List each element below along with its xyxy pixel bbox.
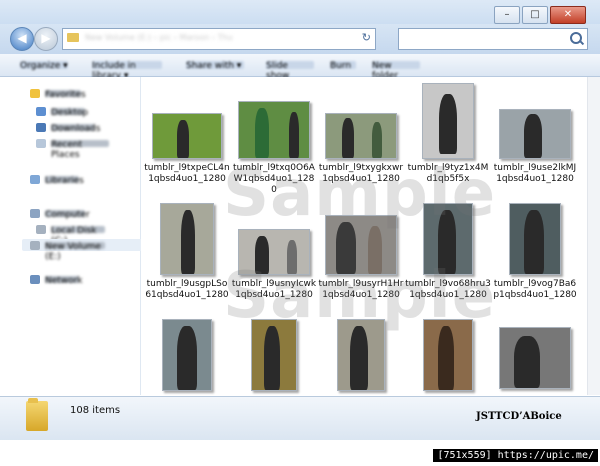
include-in-library-button[interactable]: Include in library ▾: [92, 61, 162, 81]
image-thumbnail: [337, 319, 385, 391]
image-thumbnail: [423, 319, 473, 391]
image-thumbnail: [325, 215, 397, 275]
image-thumbnail: [238, 101, 310, 159]
back-button[interactable]: ◀: [10, 27, 34, 51]
address-bar[interactable]: New Volume (E:) › pic › Maroon › Thu ↻: [62, 28, 376, 50]
image-thumbnail: [422, 83, 474, 159]
breadcrumb[interactable]: New Volume (E:) › pic › Maroon › Thu: [85, 33, 335, 42]
close-button[interactable]: ✕: [550, 6, 586, 24]
sidebar-item-label: Desktop: [51, 107, 89, 118]
file-item[interactable]: tumblr_l9tyz1x4Md1qb5f5x: [405, 83, 491, 185]
file-item[interactable]: tumblr_l9usgpLSo61qbsd4uo1_1280: [144, 203, 230, 301]
sidebar-item-downloads[interactable]: Downloads: [36, 121, 101, 134]
file-name: tumblr_l9txpeCL4n1qbsd4uo1_1280: [144, 163, 230, 184]
file-name: tumblr_l9use2lkMJ1qbsd4uo1_1280: [493, 163, 577, 184]
minimize-button[interactable]: –: [494, 6, 520, 24]
organize-button[interactable]: Organize ▾: [20, 61, 68, 71]
image-thumbnail: [499, 109, 571, 159]
folder-icon: [67, 33, 79, 42]
sidebar-item-recent-places[interactable]: Recent Places: [36, 137, 109, 160]
address-row: ◀ ▶ New Volume (E:) › pic › Maroon › Thu…: [0, 24, 600, 54]
downloads-icon: [36, 122, 46, 132]
file-name: tumblr_l9vo68hru31qbsd4uo1_1280: [405, 279, 491, 300]
forward-button[interactable]: ▶: [34, 27, 58, 51]
maximize-button[interactable]: □: [522, 6, 548, 24]
sidebar-item-label: Libraries: [45, 175, 84, 186]
vertical-scrollbar[interactable]: [587, 77, 600, 395]
network-icon: [30, 274, 40, 284]
sidebar-item-label: New Volume (E:): [45, 241, 105, 262]
sidebar-item-label: Favorites: [45, 89, 86, 100]
new-folder-button[interactable]: New folder: [372, 61, 420, 81]
sidebar-item-label: Computer: [45, 209, 90, 220]
file-item[interactable]: tumblr_l9use2lkMJ1qbsd4uo1_1280: [492, 89, 578, 185]
drive-icon: [30, 240, 40, 250]
sidebar-item-label: Downloads: [51, 123, 101, 134]
file-item[interactable]: tumblr_l9vog7Ba6p1qbsd4uo1_1280: [492, 203, 578, 301]
image-thumbnail: [162, 319, 212, 391]
image-thumbnail: [499, 327, 571, 389]
sidebar-item-computer[interactable]: Computer: [30, 207, 90, 220]
file-item[interactable]: tumblr_l9usyrH1Hr1qbsd4uo1_1280: [318, 203, 404, 301]
burn-button[interactable]: Burn: [330, 61, 356, 71]
refresh-icon[interactable]: ↻: [362, 31, 371, 44]
item-count: 108 items: [70, 405, 121, 416]
footer: [751x559] https://upic.me/: [0, 440, 600, 466]
search-input[interactable]: [398, 28, 588, 50]
file-name: tumblr_l9txq0O6AW1qbsd4uo1_1280: [233, 163, 315, 195]
library-icon: [30, 174, 40, 184]
command-bar: Organize ▾ Include in library ▾ Share wi…: [0, 54, 600, 81]
sidebar-item-network[interactable]: Network: [30, 273, 83, 286]
drive-icon: [36, 224, 46, 234]
image-thumbnail: [160, 203, 214, 275]
file-item[interactable]: tumblr_l9txygkxwr1qbsd4uo1_1280: [318, 89, 404, 185]
file-view: tumblr_l9txpeCL4n1qbsd4uo1_1280 tumblr_l…: [141, 77, 588, 395]
star-icon: [30, 88, 40, 98]
search-icon[interactable]: [570, 32, 582, 44]
sidebar-item-favorites[interactable]: Favorites: [30, 87, 86, 100]
image-thumbnail: [251, 319, 297, 391]
file-item[interactable]: [492, 319, 578, 393]
image-thumbnail: [238, 229, 310, 275]
file-name: tumblr_l9usyrH1Hr1qbsd4uo1_1280: [318, 279, 404, 300]
slide-show-button[interactable]: Slide show: [266, 61, 314, 81]
image-thumbnail: [509, 203, 561, 275]
file-name: tumblr_l9txygkxwr1qbsd4uo1_1280: [318, 163, 404, 184]
file-name: tumblr_l9usgpLSo61qbsd4uo1_1280: [145, 279, 229, 300]
file-name: tumblr_l9tyz1x4Md1qb5f5x: [407, 163, 489, 184]
explorer-window: – □ ✕ ◀ ▶ New Volume (E:) › pic › Maroon…: [0, 0, 600, 466]
file-item[interactable]: tumblr_l9vo68hru31qbsd4uo1_1280: [405, 203, 491, 301]
sidebar-item-desktop[interactable]: Desktop: [36, 105, 89, 118]
signature: JSTTCD’ABoice: [476, 411, 562, 422]
window-controls: – □ ✕: [492, 6, 586, 24]
sidebar-item-label: Recent Places: [51, 139, 109, 160]
file-item[interactable]: [318, 319, 404, 395]
file-item[interactable]: [405, 319, 491, 395]
desktop-icon: [36, 106, 46, 116]
sidebar-item-libraries[interactable]: Libraries: [30, 173, 84, 186]
sidebar-item-label: Local Disk (C:): [51, 225, 105, 246]
sidebar-item-label: Network: [45, 275, 83, 286]
file-item[interactable]: tumblr_l9txpeCL4n1qbsd4uo1_1280: [144, 89, 230, 185]
details-pane: 108 items JSTTCD’ABoice: [0, 396, 600, 441]
file-item[interactable]: [144, 319, 230, 395]
share-with-button[interactable]: Share with ▾: [186, 61, 244, 71]
sidebar-item-local-disk[interactable]: Local Disk (C:): [36, 223, 105, 246]
navigation-pane: Favorites Desktop Downloads Recent Place…: [0, 77, 142, 395]
folder-icon: [26, 398, 48, 431]
file-item[interactable]: tumblr_l9txq0O6AW1qbsd4uo1_1280: [231, 89, 317, 196]
image-thumbnail: [325, 113, 397, 159]
image-thumbnail: [152, 113, 222, 159]
file-name: tumblr_l9vog7Ba6p1qbsd4uo1_1280: [493, 279, 577, 300]
sidebar-item-new-volume[interactable]: New Volume (E:): [22, 239, 142, 262]
image-thumbnail: [423, 203, 473, 275]
computer-icon: [30, 208, 40, 218]
upic-badge: [751x559] https://upic.me/: [433, 449, 598, 462]
file-name: tumblr_l9usnyIcwk1qbsd4uo1_1280: [231, 279, 317, 300]
file-item[interactable]: tumblr_l9usnyIcwk1qbsd4uo1_1280: [231, 203, 317, 301]
recent-places-icon: [36, 138, 46, 148]
file-item[interactable]: [231, 319, 317, 395]
